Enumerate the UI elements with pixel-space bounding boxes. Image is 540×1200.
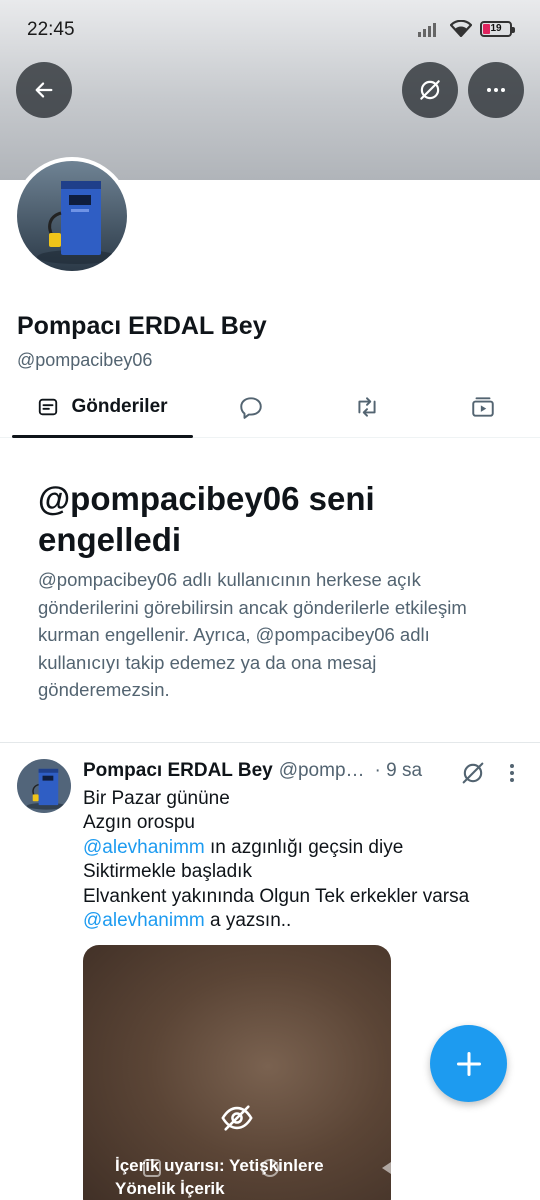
wifi-icon <box>450 20 472 37</box>
tweet-line: @alevhanimm ın azgınlığı geçsin diye <box>83 836 523 860</box>
blocked-notice: @pompacibey06 seni engelledi @pompacibey… <box>38 478 508 704</box>
active-tab-indicator <box>12 435 193 438</box>
profile-handle: @pompacibey06 <box>17 350 153 370</box>
tweet-line: Siktirmekle başladık <box>83 861 252 883</box>
tab-replies[interactable] <box>193 376 309 438</box>
eye-slash-icon <box>221 1105 253 1131</box>
status-bar: 22:45 19 <box>0 0 540 60</box>
mute-button[interactable] <box>402 62 458 118</box>
tweet-header: Pompacı ERDAL Bey @pomp… · 9 sa <box>83 760 455 782</box>
more-horizontal-icon <box>487 88 505 92</box>
posts-icon <box>39 398 58 416</box>
tab-media[interactable] <box>425 376 540 438</box>
tab-posts-label: Gönderiler <box>71 396 168 417</box>
mute-icon[interactable] <box>459 759 487 787</box>
tweet-author-name[interactable]: Pompacı ERDAL Bey <box>83 760 273 782</box>
back-nav-icon[interactable] <box>376 1156 400 1180</box>
profile-tabs: Gönderiler <box>0 376 540 438</box>
plus-icon <box>456 1051 481 1076</box>
media-icon <box>472 397 494 417</box>
recents-icon[interactable] <box>140 1156 164 1180</box>
divider <box>0 742 540 743</box>
tab-reposts[interactable] <box>309 376 425 438</box>
reply-icon <box>240 397 262 419</box>
signal-icon <box>418 22 436 37</box>
tweet-author-handle[interactable]: @pomp… <box>279 760 365 782</box>
status-icons: 19 <box>418 20 515 37</box>
tweet-line-text: a yazsın.. <box>204 910 292 932</box>
battery-icon: 19 <box>480 20 515 37</box>
tweet-line: @alevhanimm a yazsın.. <box>83 909 523 933</box>
tab-posts[interactable]: Gönderiler <box>12 376 193 438</box>
mention-link[interactable]: @alevhanimm <box>83 837 205 858</box>
more-vertical-icon[interactable] <box>502 760 522 786</box>
tweet-line: Azgın orospu <box>83 812 195 834</box>
status-time: 22:45 <box>27 19 75 40</box>
blocked-description: @pompacibey06 adlı kullanıcının herkese … <box>38 569 467 700</box>
compose-button[interactable] <box>430 1025 507 1102</box>
arrow-left-icon <box>35 82 53 98</box>
system-nav-bar <box>0 1148 540 1188</box>
tweet-time[interactable]: · 9 sa <box>375 760 423 782</box>
battery-level: 19 <box>490 23 502 34</box>
profile-display-name: Pompacı ERDAL Bey <box>17 312 267 340</box>
tweet-author-avatar[interactable] <box>17 759 71 813</box>
back-button[interactable] <box>16 62 72 118</box>
tweet-line-text: ın azgınlığı geçsin diye <box>204 836 404 858</box>
mute-icon <box>420 80 440 100</box>
repost-icon <box>358 397 376 417</box>
blocked-title: @pompacibey06 seni engelledi <box>38 480 375 558</box>
mention-link[interactable]: @alevhanimm <box>83 910 205 931</box>
profile-avatar[interactable] <box>13 157 131 275</box>
tweet-text: Bir Pazar gününe Azgın orospu @alevhanim… <box>83 787 523 933</box>
tweet-line: Bir Pazar gününe <box>83 788 230 809</box>
more-options-button[interactable] <box>468 62 524 118</box>
avatar-image <box>17 161 127 271</box>
home-icon[interactable] <box>258 1156 282 1180</box>
tweet-line: Elvankent yakınında Olgun Tek erkekler v… <box>83 885 470 907</box>
